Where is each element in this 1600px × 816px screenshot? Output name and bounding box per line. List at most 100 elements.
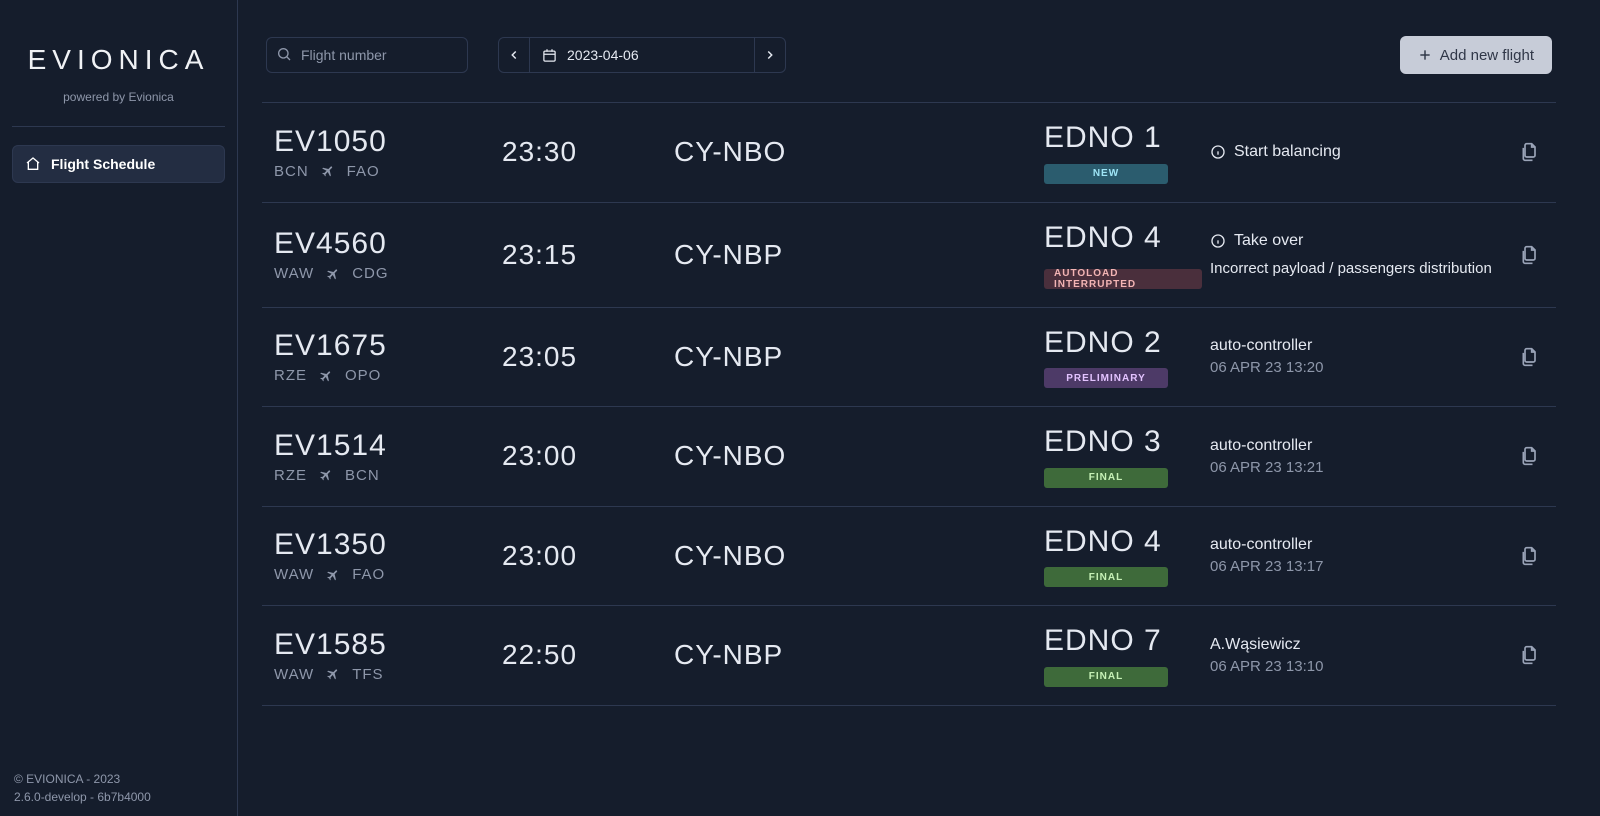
date-picker: 2023-04-06: [498, 37, 786, 73]
flight-route: WAW CDG: [274, 265, 502, 282]
origin-code: WAW: [274, 566, 314, 583]
controller-time: 06 APR 23 13:20: [1210, 359, 1494, 376]
sidebar: EVIONICA powered by Evionica Flight Sche…: [0, 0, 238, 816]
action-link[interactable]: Start balancing: [1210, 143, 1494, 161]
plus-icon: [1418, 48, 1432, 62]
action-block: Start balancing: [1190, 143, 1494, 161]
flight-row[interactable]: EV1675RZEOPO23:05CY-NBPEDNO 2PRELIMINARY…: [262, 307, 1556, 407]
chevron-left-icon: [507, 48, 521, 62]
copy-button[interactable]: [1516, 343, 1544, 371]
action-block: Take over Incorrect payload / passengers …: [1190, 232, 1494, 277]
action-block: auto-controller 06 APR 23 13:20: [1190, 337, 1494, 376]
aircraft-registration: CY-NBO: [674, 136, 1044, 168]
flight-list: EV1050BCNFAO23:30CY-NBOEDNO 1NEWStart ba…: [262, 102, 1556, 706]
action-link[interactable]: Take over: [1210, 232, 1494, 250]
status-badge: PRELIMINARY: [1044, 368, 1168, 388]
main-content: 2023-04-06 Add new flight EV1050 BCN FAO 23…: [238, 0, 1600, 816]
sidebar-item-flight-schedule[interactable]: Flight Schedule: [12, 145, 225, 183]
edno-block: EDNO 3 FINAL: [1044, 425, 1190, 488]
flight-number: EV1514: [274, 429, 502, 463]
edno-number: EDNO 3: [1044, 425, 1190, 459]
dest-code: CDG: [352, 265, 388, 282]
copy-button[interactable]: [1516, 641, 1544, 669]
version-label: 2.6.0-develop - 6b7b4000: [14, 788, 223, 806]
action-block: auto-controller 06 APR 23 13:17: [1190, 536, 1494, 575]
copy-icon: [1520, 142, 1540, 162]
departure-time: 23:30: [502, 136, 674, 168]
date-field[interactable]: 2023-04-06: [530, 37, 754, 73]
edno-block: EDNO 1NEW: [1044, 121, 1190, 184]
flight-route: RZEBCN: [274, 467, 502, 484]
dest-code: BCN: [345, 467, 380, 484]
airplane-icon: [316, 465, 336, 485]
search-icon: [276, 46, 292, 62]
action-label: Start balancing: [1234, 143, 1341, 161]
flight-row[interactable]: EV1050 BCN FAO 23:30CY-NBOEDNO 1NEW Start ba…: [262, 102, 1556, 202]
controller-time: 06 APR 23 13:17: [1210, 558, 1494, 575]
edno-number: EDNO 7: [1044, 624, 1190, 658]
powered-by-label: powered by Evionica: [12, 90, 225, 104]
dest-code: FAO: [347, 163, 380, 180]
info-icon: [1210, 144, 1226, 160]
edno-block: EDNO 4 FINAL: [1044, 525, 1190, 588]
dest-code: TFS: [352, 666, 383, 683]
airplane-icon: [316, 366, 336, 386]
edno-number: EDNO 4: [1044, 221, 1190, 255]
departure-time: 23:00: [502, 540, 674, 572]
copy-icon: [1520, 645, 1540, 665]
flight-row[interactable]: EV4560WAWCDG23:15CY-NBPEDNO 4AUTOLOAD IN…: [262, 202, 1556, 307]
edno-number: EDNO 1: [1044, 121, 1190, 155]
copy-button[interactable]: [1516, 542, 1544, 570]
date-next-button[interactable]: [754, 37, 786, 73]
sidebar-footer: © EVIONICA - 2023 2.6.0-develop - 6b7b40…: [12, 760, 225, 816]
action-block: auto-controller06 APR 23 13:21: [1190, 437, 1494, 476]
copy-icon: [1520, 245, 1540, 265]
flight-row[interactable]: EV1585WAWTFS22:50CY-NBPEDNO 7FINALA.Wąsi…: [262, 605, 1556, 706]
flight-row[interactable]: EV1514RZEBCN23:00CY-NBOEDNO 3FINALauto-c…: [262, 406, 1556, 506]
flight-number: EV1350: [274, 528, 502, 562]
status-badge: FINAL: [1044, 468, 1168, 488]
flight-route: WAW TFS: [274, 666, 502, 683]
origin-code: BCN: [274, 163, 309, 180]
sidebar-separator: [12, 126, 225, 127]
controller-name: auto-controller: [1210, 337, 1494, 355]
flight-number: EV1050: [274, 125, 502, 159]
copy-icon: [1520, 546, 1540, 566]
origin-code: WAW: [274, 666, 314, 683]
airplane-icon: [318, 161, 338, 181]
flight-number: EV4560: [274, 227, 502, 261]
controller-time: 06 APR 23 13:21: [1210, 459, 1494, 476]
sidebar-item-label: Flight Schedule: [51, 156, 155, 172]
flight-row[interactable]: EV1350WAWFAO23:00CY-NBOEDNO 4FINALauto-c…: [262, 506, 1556, 606]
copy-button[interactable]: [1516, 241, 1544, 269]
info-icon: [1210, 233, 1226, 249]
departure-time: 22:50: [502, 639, 674, 671]
logo: EVIONICA: [12, 0, 225, 84]
toolbar: 2023-04-06 Add new flight: [262, 36, 1556, 102]
controller-name: A.Wąsiewicz: [1210, 636, 1494, 654]
copy-button[interactable]: [1516, 442, 1544, 470]
edno-block: EDNO 7FINAL: [1044, 624, 1190, 687]
action-block: A.Wąsiewicz 06 APR 23 13:10: [1190, 636, 1494, 675]
search-input[interactable]: [266, 37, 468, 73]
airplane-icon: [323, 664, 343, 684]
controller-time: 06 APR 23 13:10: [1210, 658, 1494, 675]
edno-number: EDNO 2: [1044, 326, 1190, 360]
copyright-label: © EVIONICA - 2023: [14, 770, 223, 788]
aircraft-registration: CY-NBO: [674, 440, 1044, 472]
edno-number: EDNO 4: [1044, 525, 1190, 559]
copy-button[interactable]: [1516, 138, 1544, 166]
controller-name: auto-controller: [1210, 536, 1494, 554]
add-flight-label: Add new flight: [1440, 47, 1534, 64]
date-prev-button[interactable]: [498, 37, 530, 73]
airplane-icon: [323, 565, 343, 585]
airplane-icon: [323, 264, 343, 284]
origin-code: WAW: [274, 265, 314, 282]
copy-icon: [1520, 347, 1540, 367]
departure-time: 23:15: [502, 239, 674, 271]
add-flight-button[interactable]: Add new flight: [1400, 36, 1552, 74]
home-icon: [25, 156, 41, 172]
action-label: Take over: [1234, 232, 1303, 250]
status-badge: FINAL: [1044, 567, 1168, 587]
warning-message: Incorrect payload / passengers distribut…: [1210, 260, 1494, 277]
